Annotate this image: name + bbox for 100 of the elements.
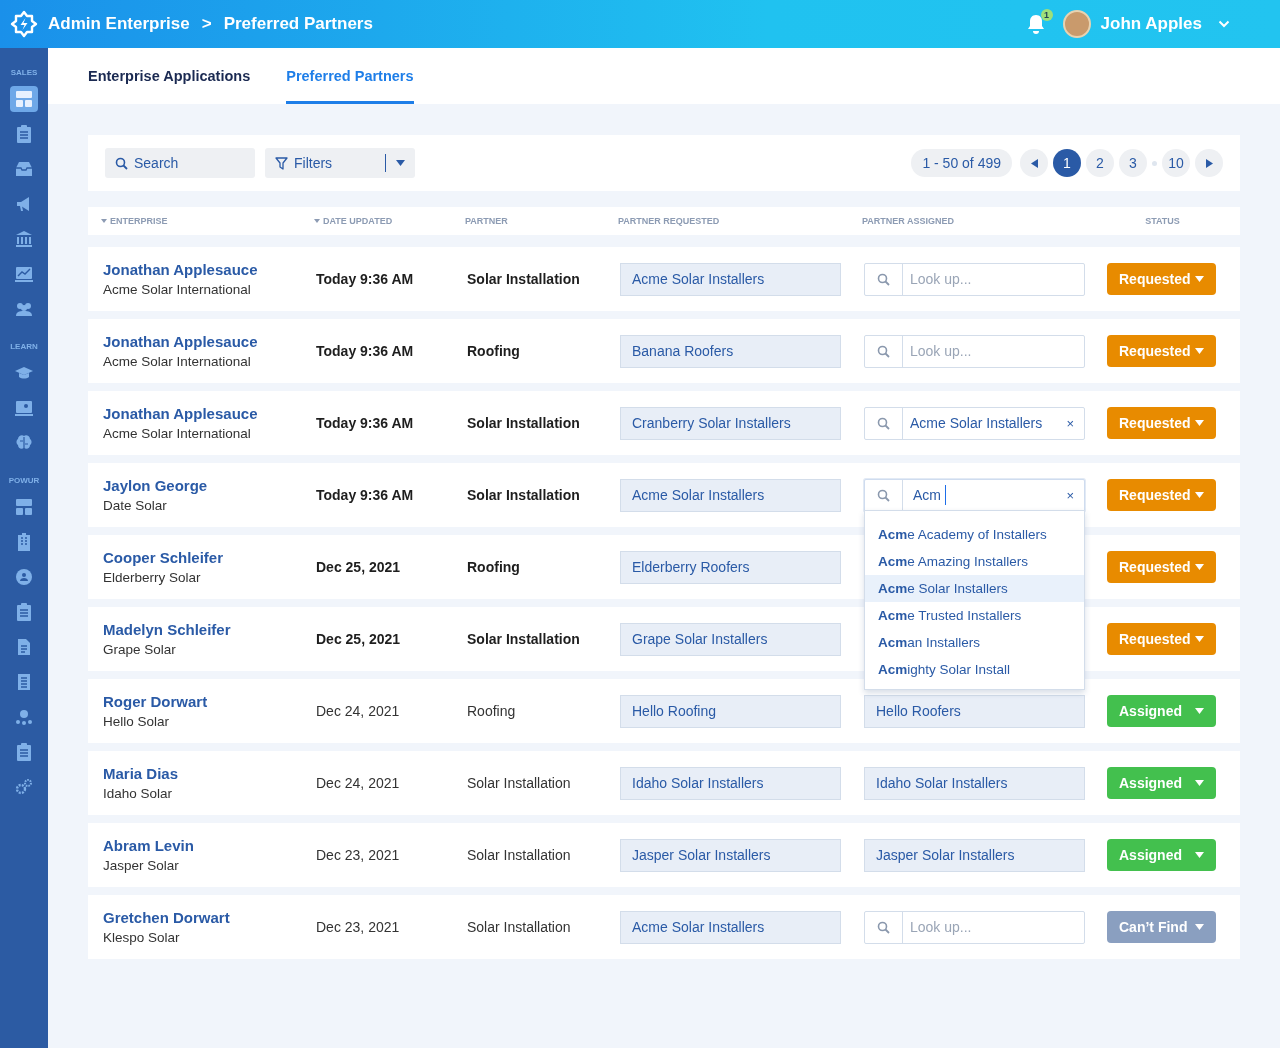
requested-partner-field: Grape Solar Installers [620,622,841,656]
dashboard-icon [14,497,34,517]
search-icon [877,344,890,358]
partner-cell-text: Solar Installation [467,271,581,287]
date-cell-text: Today 9:36 AM [316,343,415,359]
logo-icon [10,10,38,38]
assigned-partner-field[interactable]: Hello Roofers [864,694,1085,728]
requested-partner-field: Hello Roofing [620,694,841,728]
enterprise-name[interactable]: Cooper Schleifer [103,549,316,566]
column-header: PARTNER [465,216,508,226]
requested-partner-field: Acme Solar Installers [620,478,841,512]
bank-icon [14,229,34,249]
menu-option[interactable]: Acmighty Solar Install [865,655,1084,683]
partner-cell-text: Roofing [467,343,521,359]
menu-option[interactable]: Acme Academy of Installers [865,520,1084,548]
enterprise-name[interactable]: Abram Levin [103,837,316,854]
page-button[interactable]: 3 [1119,149,1147,177]
column-header: STATUS [1145,216,1180,226]
search-icon [115,156,128,170]
page-button[interactable]: 10 [1162,149,1190,177]
menu-option[interactable]: Acme Amazing Installers [865,547,1084,575]
enterprise-name[interactable]: Jaylon George [103,477,316,494]
filters-dropdown[interactable]: Filters [265,148,415,178]
dashboard-icon [14,89,34,109]
partner-cell-text: Roofing [467,559,521,575]
column-header: PARTNER ASSIGNED [862,216,954,226]
requested-partner-field: Elderberry Roofers [620,550,841,584]
partner-cell-text: Solar Installation [467,487,581,503]
assigned-partner-field[interactable]: Jasper Solar Installers [864,838,1085,872]
requested-partner-field: Acme Solar Installers [620,910,841,944]
enterprise-name[interactable]: Roger Dorwart [103,693,316,710]
enterprise-name[interactable]: Jonathan Applesauce [103,261,316,278]
lookup-input[interactable]: Look up... [903,919,1084,935]
date-cell-text: Today 9:36 AM [316,487,415,503]
partner-cell-text: Solar Installation [467,775,572,791]
date-cell-text: Dec 25, 2021 [316,559,402,575]
lookup-input[interactable]: Look up... [903,343,1084,359]
menu-option[interactable]: Acme Trusted Installers [865,601,1084,629]
company-name: Jasper Solar [103,858,180,873]
enterprise-name[interactable]: Jonathan Applesauce [103,333,316,350]
previous-page-button[interactable] [1020,149,1048,177]
lookup-input[interactable]: Acme Solar Installers [903,415,1061,431]
lookup-field[interactable]: Acm × [864,478,1085,512]
chevron-down-icon[interactable] [1218,20,1230,28]
caret-icon [1195,564,1204,570]
lookup-field[interactable]: Look up... [864,262,1085,296]
notification-count: 1 [1040,9,1053,21]
company-name: Hello Solar [103,714,171,729]
lookup-field[interactable]: Look up... [864,910,1085,944]
lookup-field[interactable]: Look up... [864,334,1085,368]
filter-icon [275,156,288,170]
sort-icon[interactable] [314,219,320,223]
clear-button[interactable]: × [1060,415,1084,431]
breadcrumb[interactable]: Admin Enterprise [48,14,190,34]
company-name: Acme Solar International [103,282,252,297]
enterprise-name[interactable]: Madelyn Schleifer [103,621,316,638]
lookup-input[interactable]: Look up... [903,271,1084,287]
sort-icon[interactable] [101,219,107,223]
company-name: Klespo Solar [103,930,181,945]
enterprise-name[interactable]: Maria Dias [103,765,316,782]
caret-icon [1195,708,1204,714]
search-icon [877,488,890,502]
requested-partner-field: Banana Roofers [620,334,841,368]
partner-cell-text: Solar Installation [467,919,572,935]
triangle-left-icon [1030,158,1038,168]
date-cell-text: Dec 24, 2021 [316,775,401,791]
ellipsis-dot-icon [1152,160,1157,166]
caret-icon [1195,852,1204,858]
search-field[interactable]: Search [105,148,255,178]
tab[interactable]: Enterprise Applications [88,48,251,104]
date-cell-text: Dec 23, 2021 [316,847,401,863]
search-input[interactable]: Search [134,155,234,171]
caret-icon [1195,924,1204,930]
menu-option[interactable]: Acman Installers [865,628,1084,656]
search-icon [877,416,890,430]
search-icon [877,272,890,286]
lookup-input[interactable]: Acm [903,487,945,503]
partner-cell-text: Solar Installation [467,631,581,647]
sidebar-item[interactable] [10,86,38,112]
company-name: Idaho Solar [103,786,174,801]
page-range: 1 - 50 of 499 [911,149,1012,177]
assigned-partner-field[interactable]: Idaho Solar Installers [864,766,1085,800]
partner-cell-text: Solar Installation [467,415,581,431]
date-cell-text: Dec 23, 2021 [316,919,401,935]
section-label: LEARN [10,342,38,351]
search-icon [877,920,890,934]
tab[interactable]: Preferred Partners [286,48,414,104]
page-button[interactable]: 1 [1053,149,1081,177]
requested-partner-field: Idaho Solar Installers [620,766,841,800]
page-button[interactable]: 2 [1086,149,1114,177]
clear-button[interactable]: × [1060,487,1084,503]
enterprise-name[interactable]: Gretchen Dorwart [103,909,316,926]
caret-icon [1195,348,1204,354]
lookup-field[interactable]: Acme Solar Installers × [864,406,1085,440]
next-page-button[interactable] [1195,149,1223,177]
menu-option[interactable]: Acme Solar Installers [865,574,1084,602]
inbox-icon [14,159,34,179]
caret-icon [1195,636,1204,642]
enterprise-name[interactable]: Jonathan Applesauce [103,405,316,422]
requested-partner-field: Acme Solar Installers [620,262,841,296]
